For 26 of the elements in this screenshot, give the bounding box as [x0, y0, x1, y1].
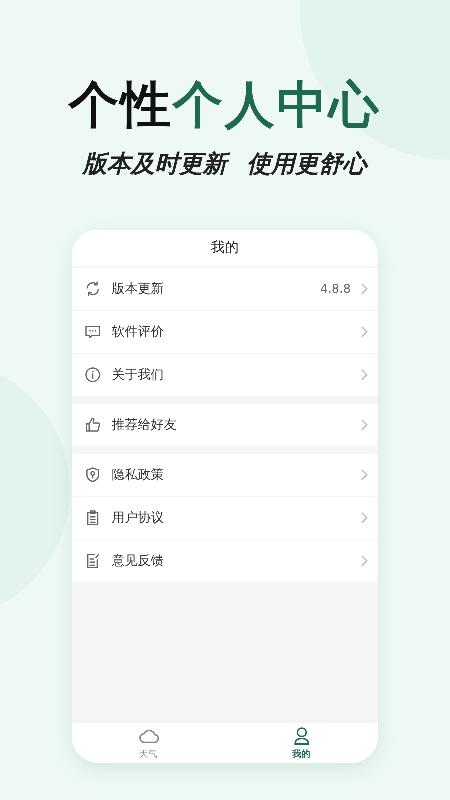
chevron-right-icon [361, 555, 368, 567]
refresh-icon [84, 280, 102, 298]
info-icon [84, 366, 102, 384]
thumbs-up-icon [84, 416, 102, 434]
chevron-right-icon [361, 469, 368, 481]
screen-title: 我的 [211, 239, 239, 257]
headline-text: 个性 [69, 76, 173, 134]
shield-icon [84, 466, 102, 484]
menu-item[interactable]: 隐私政策 [72, 454, 378, 496]
menu-item[interactable]: 软件评价 [72, 311, 378, 353]
headline-accent-text: 个人中心 [173, 76, 381, 134]
menu-item[interactable]: 用户协议 [72, 497, 378, 539]
chevron-right-icon [361, 419, 368, 431]
tab[interactable]: 我的 [225, 723, 378, 763]
slogan-text: 使用更舒心 [247, 149, 367, 180]
chat-icon [84, 323, 102, 341]
chevron-right-icon [361, 326, 368, 338]
menu-item[interactable]: 版本更新 4.8.8 [72, 268, 378, 310]
tab[interactable]: 天气 [72, 723, 225, 763]
chevron-right-icon [361, 512, 368, 524]
chevron-right-icon [361, 283, 368, 295]
version-value: 4.8.8 [320, 282, 351, 296]
menu-item[interactable]: 意见反馈 [72, 540, 378, 582]
menu-item[interactable]: 推荐给好友 [72, 404, 378, 446]
menu-item[interactable]: 关于我们 [72, 354, 378, 396]
chevron-right-icon [361, 369, 368, 381]
